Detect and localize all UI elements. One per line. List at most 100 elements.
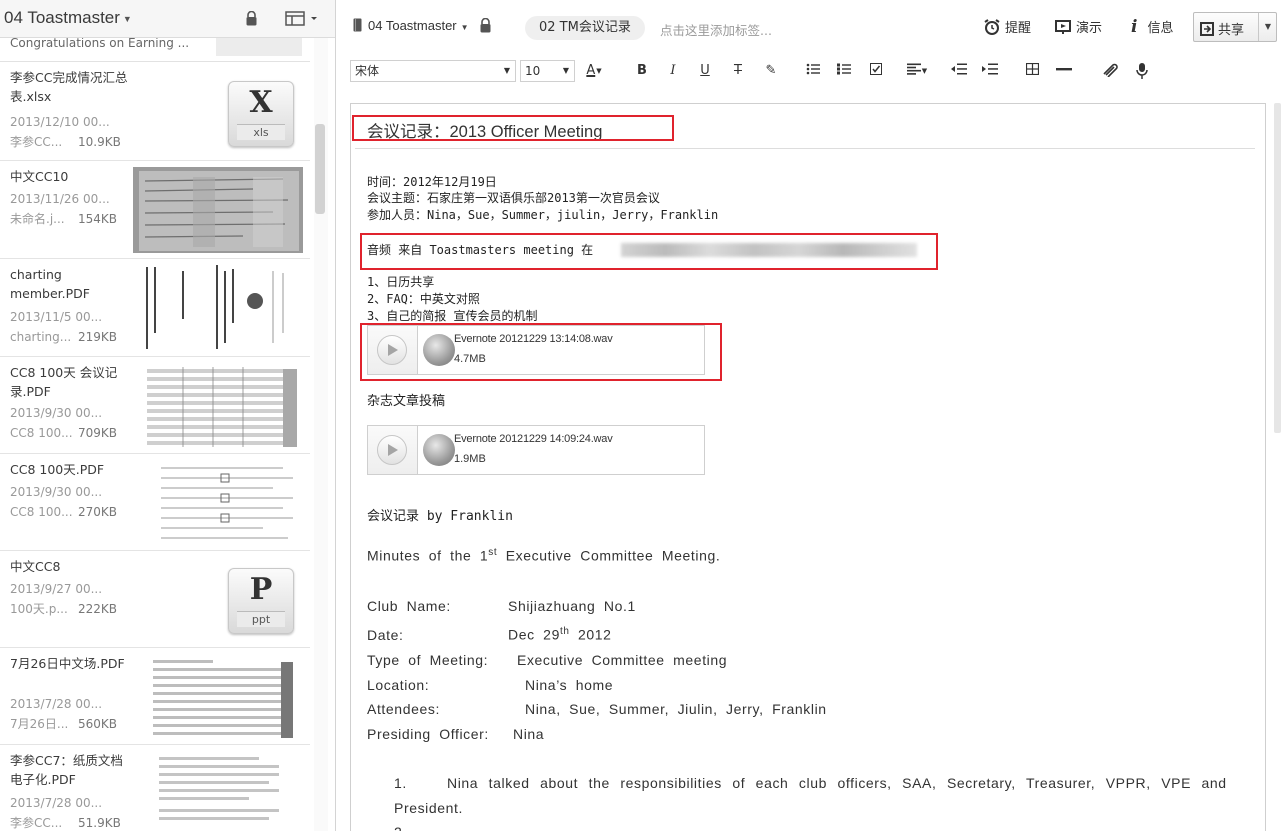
list-item: 2、FAQ：中英文对照 xyxy=(367,292,480,306)
note-thumbnail xyxy=(133,167,303,253)
field-label: Type of Meeting: xyxy=(367,652,489,668)
tag-chip[interactable]: 02 TM会议记录 xyxy=(525,16,645,40)
field-value: Nina, Sue, Summer, Jiulin, Jerry, Frankl… xyxy=(525,701,827,717)
note-author: charting... 219KB xyxy=(10,327,130,347)
reminder-button[interactable]: 提醒 xyxy=(984,17,1031,36)
note-notebook-selector[interactable]: 04 Toastmaster ▼ xyxy=(353,17,491,33)
list-item[interactable]: CC8 100天 会议记录.PDF 2013/9/30 00... CC8 10… xyxy=(0,357,310,454)
meeting-time: 时间：2012年12月19日 xyxy=(367,175,497,189)
note-thumbnail xyxy=(133,263,303,349)
list-item[interactable]: 中文CC8 2013/9/27 00... 100天.p... 222KB P p… xyxy=(0,551,310,648)
list-item[interactable]: 李参CC7：纸质文档电子化.PDF 2013/7/28 00... 李参CC..… xyxy=(0,745,310,831)
note-date: 2013/11/26 00... xyxy=(10,192,110,206)
note-title: CC8 100天 会议记录.PDF xyxy=(10,365,118,399)
highlighter-icon[interactable]: ✎ xyxy=(761,63,781,79)
note-thumbnail xyxy=(133,652,303,738)
share-icon xyxy=(1200,22,1214,36)
indent-icon[interactable] xyxy=(980,63,1000,79)
notebook-title: 04 Toastmaster xyxy=(4,8,120,27)
table-icon[interactable] xyxy=(1022,62,1042,79)
note-title: 李参CC7：纸质文档电子化.PDF xyxy=(10,753,123,787)
numbered-list-icon[interactable] xyxy=(834,63,854,79)
redacted-text xyxy=(621,243,917,257)
horizontal-rule-icon[interactable] xyxy=(1054,63,1074,79)
bullet-list-icon[interactable] xyxy=(803,63,823,79)
share-button[interactable]: 共享 ▼ xyxy=(1193,12,1277,42)
scrollbar-thumb[interactable] xyxy=(315,124,325,214)
format-toolbar: 宋体 ▼ 10 ▼ A▼ B I U T ✎ ▼ xyxy=(337,56,1281,88)
field-label: Date: xyxy=(367,627,404,643)
snippet-thumbnail xyxy=(216,38,302,56)
note-author: CC8 100... 709KB xyxy=(10,423,130,443)
add-tag-input[interactable]: 点击这里添加标签... xyxy=(660,20,772,39)
presentation-icon xyxy=(1055,20,1071,34)
audio-filename: Evernote 20121229 14:09:24.wav xyxy=(454,433,613,445)
snippet-text: Congratulations on Earning ... xyxy=(10,38,190,50)
bold-icon[interactable]: B xyxy=(632,63,652,79)
audio-attachment[interactable]: Evernote 20121229 13:14:08.wav 4.7MB xyxy=(367,325,705,375)
attachment-icon[interactable] xyxy=(1100,63,1120,79)
font-family-select[interactable]: 宋体 ▼ xyxy=(350,60,516,82)
annotation-box xyxy=(352,115,674,141)
lock-icon[interactable] xyxy=(246,11,257,26)
play-icon xyxy=(388,344,398,356)
field-value: Executive Committee meeting xyxy=(517,652,728,668)
note-list-pane: 04 Toastmaster ▼ Congratulations on Earni… xyxy=(0,0,336,831)
notebook-selector[interactable]: 04 Toastmaster ▼ xyxy=(4,8,132,28)
checkbox-icon[interactable] xyxy=(866,63,886,79)
note-title: 中文CC10 xyxy=(10,169,69,184)
presentation-button[interactable]: 演示 xyxy=(1055,17,1102,36)
microphone-icon[interactable] xyxy=(1133,63,1153,79)
play-button[interactable] xyxy=(368,326,418,374)
play-icon xyxy=(388,444,398,456)
view-options-icon[interactable] xyxy=(285,11,319,27)
note-editor-pane: 04 Toastmaster ▼ 02 TM会议记录 点击这里添加标签... 提醒… xyxy=(337,0,1281,831)
list-item[interactable]: CC8 100天.PDF 2013/9/30 00... CC8 100... 2… xyxy=(0,454,310,551)
note-title: CC8 100天.PDF xyxy=(10,462,105,477)
note-size: 154KB xyxy=(78,212,118,226)
editor-scrollbar[interactable] xyxy=(1274,103,1281,433)
meeting-participants: 参加人员：Nina，Sue，Summer，jiulin，Jerry，Frankl… xyxy=(367,208,719,222)
field-value: Nina’s home xyxy=(525,677,614,693)
info-button[interactable]: i 信息 xyxy=(1131,17,1173,37)
field-value: Dec 29th 2012 xyxy=(508,626,612,643)
note-author: 李参CC... 51.9KB xyxy=(10,813,130,831)
note-title: 7月26日中文场.PDF xyxy=(10,656,125,671)
note-author: 李参CC... 10.9KB xyxy=(10,132,130,152)
field-label: Club Name: xyxy=(367,598,451,614)
chevron-down-icon: ▼ xyxy=(460,23,469,32)
chevron-down-icon: ▼ xyxy=(503,66,510,75)
list-item[interactable]: 李参CC完成情况汇总表.xlsx 2013/12/10 00... 李参CC..… xyxy=(0,62,310,161)
list-text: Nina talked about the responsibilities o… xyxy=(447,775,1227,791)
align-icon[interactable]: ▼ xyxy=(902,63,932,79)
minutes-heading: Minutes of the 1st Executive Committee M… xyxy=(367,547,721,564)
powerpoint-file-icon: P ppt xyxy=(228,568,294,634)
audio-attachment[interactable]: Evernote 20121229 14:09:24.wav 1.9MB xyxy=(367,425,705,475)
note-author: CC8 100... 270KB xyxy=(10,502,130,522)
field-label: Attendees: xyxy=(367,701,440,717)
list-item[interactable]: 7月26日中文场.PDF 2013/7/28 00... 7月26日... 560… xyxy=(0,648,310,745)
audio-source-line: 音频 来自 Toastmasters meeting 在 xyxy=(367,243,594,257)
audio-filesize: 4.7MB xyxy=(454,353,486,365)
note-date: 2013/9/30 00... xyxy=(10,406,103,420)
share-dropdown-chevron-icon[interactable]: ▼ xyxy=(1258,13,1277,41)
note-size: 222KB xyxy=(78,602,118,616)
italic-icon[interactable]: I xyxy=(663,63,683,79)
strikethrough-icon[interactable]: T xyxy=(728,63,748,79)
outdent-icon[interactable] xyxy=(949,63,969,79)
play-button[interactable] xyxy=(368,426,418,474)
underline-icon[interactable]: U xyxy=(695,63,715,79)
note-author: 100天.p... 222KB xyxy=(10,599,130,619)
info-icon: i xyxy=(1131,17,1138,37)
note-author: 7月26日... 560KB xyxy=(10,714,130,734)
audio-filesize: 1.9MB xyxy=(454,453,486,465)
list-item[interactable]: 中文CC10 2013/11/26 00... 未命名.j... 154KB xyxy=(0,161,310,259)
note-date: 2013/12/10 00... xyxy=(10,115,110,129)
note-snippet[interactable]: Congratulations on Earning ... xyxy=(0,38,310,62)
list-item[interactable]: charting member.PDF 2013/11/5 00... char… xyxy=(0,259,310,357)
lock-icon[interactable] xyxy=(480,17,491,33)
text-color-button[interactable]: A▼ xyxy=(584,63,604,79)
note-editor[interactable]: 会议记录：2013 Officer Meeting 时间：2012年12月19日… xyxy=(350,103,1266,831)
font-size-select[interactable]: 10 ▼ xyxy=(520,60,575,82)
list-number: 2. xyxy=(394,824,407,831)
